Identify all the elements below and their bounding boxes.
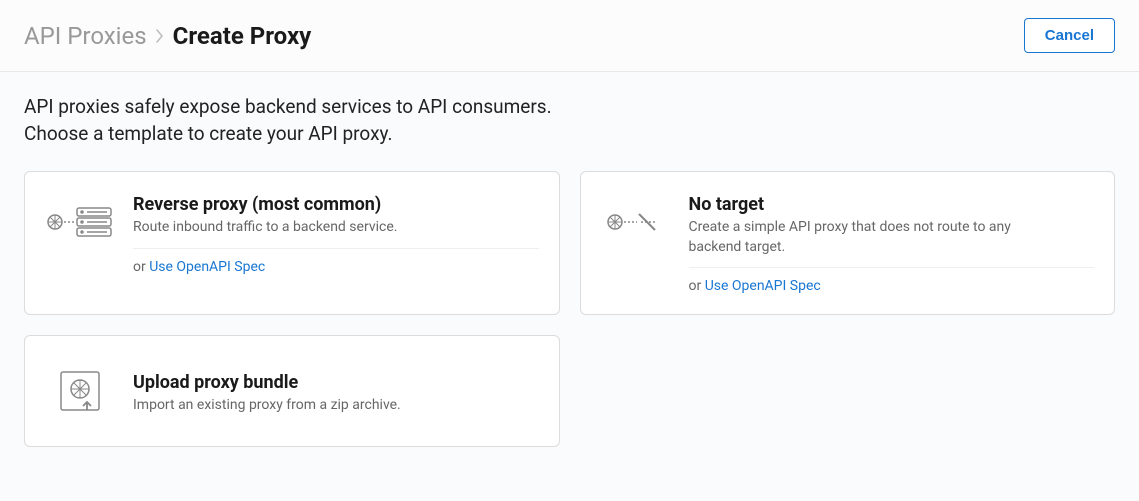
cancel-button[interactable]: Cancel xyxy=(1024,18,1115,53)
card-description: Create a simple API proxy that does not … xyxy=(689,218,1095,268)
openapi-spec-link[interactable]: Use OpenAPI Spec xyxy=(149,259,265,275)
openapi-spec-link[interactable]: Use OpenAPI Spec xyxy=(705,278,821,294)
card-reverse-proxy[interactable]: Reverse proxy (most common) Route inboun… xyxy=(24,171,560,315)
page-content: API proxies safely expose backend servic… xyxy=(0,72,1139,469)
card-title: No target xyxy=(689,194,1095,215)
card-alternative: or Use OpenAPI Spec xyxy=(133,259,539,275)
reverse-proxy-icon xyxy=(45,194,115,244)
card-description: Route inbound traffic to a backend servi… xyxy=(133,218,539,249)
card-title: Reverse proxy (most common) xyxy=(133,194,539,215)
template-cards: Reverse proxy (most common) Route inboun… xyxy=(24,171,1115,447)
breadcrumb-link-api-proxies[interactable]: API Proxies xyxy=(24,22,147,50)
page-header: API Proxies Create Proxy Cancel xyxy=(0,0,1139,72)
card-description: Import an existing proxy from a zip arch… xyxy=(133,396,539,426)
chevron-right-icon xyxy=(155,28,165,44)
upload-bundle-icon xyxy=(45,358,115,416)
card-upload-bundle[interactable]: Upload proxy bundle Import an existing p… xyxy=(24,335,560,447)
intro-text: API proxies safely expose backend servic… xyxy=(24,94,1115,147)
card-title: Upload proxy bundle xyxy=(133,372,539,393)
breadcrumb: API Proxies Create Proxy xyxy=(24,22,311,50)
breadcrumb-current: Create Proxy xyxy=(173,22,312,50)
no-target-icon xyxy=(601,194,671,244)
intro-line1: API proxies safely expose backend servic… xyxy=(24,94,1115,121)
card-alternative: or Use OpenAPI Spec xyxy=(689,278,1095,294)
intro-line2: Choose a template to create your API pro… xyxy=(24,121,1115,148)
card-no-target[interactable]: No target Create a simple API proxy that… xyxy=(580,171,1116,315)
